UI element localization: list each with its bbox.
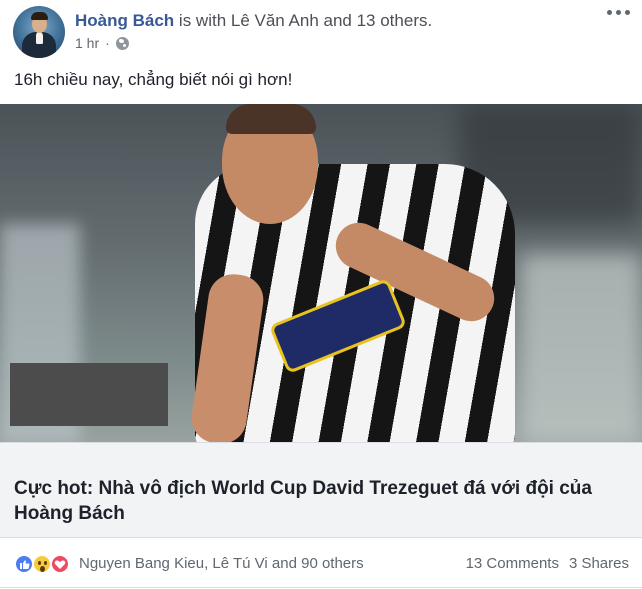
post-footer: Nguyen Bang Kieu, Lê Tú Vi and 90 others… — [0, 538, 642, 589]
avatar-hair — [31, 12, 48, 20]
feed-post: Hoàng Bách is with Lê Văn Anh and 13 oth… — [0, 0, 642, 589]
wow-eye — [44, 561, 47, 565]
player-hair — [226, 104, 316, 134]
love-icon — [50, 554, 70, 574]
comments-count-link[interactable]: 13 Comments — [466, 555, 559, 572]
with-text: is with — [174, 11, 231, 30]
redacted-box — [10, 363, 168, 426]
photo-background — [520, 254, 642, 442]
post-photo[interactable] — [0, 104, 642, 442]
reaction-icons[interactable] — [14, 554, 70, 574]
thumbs-up-glyph — [20, 560, 30, 569]
post-header: Hoàng Bách is with Lê Văn Anh and 13 oth… — [75, 10, 432, 32]
avatar-shirt — [36, 32, 43, 44]
post-timestamp[interactable]: 1 hr — [75, 35, 99, 51]
shares-count-link[interactable]: 3 Shares — [569, 555, 629, 572]
more-dot-icon — [616, 10, 621, 15]
author-name-link[interactable]: Hoàng Bách — [75, 11, 174, 30]
globe-icon[interactable] — [115, 36, 129, 50]
post-meta: 1 hr · — [75, 35, 129, 51]
heart-glyph — [54, 560, 66, 569]
like-icon — [14, 554, 34, 574]
dot-separator: · — [105, 35, 110, 51]
wow-eye — [38, 561, 41, 565]
more-options-button[interactable] — [607, 10, 630, 15]
more-dot-icon — [607, 10, 612, 15]
tagged-friends-link[interactable]: Lê Văn Anh and 13 others. — [231, 11, 432, 30]
reactors-link[interactable]: Nguyen Bang Kieu, Lê Tú Vi and 90 others — [79, 555, 364, 572]
post-status-text: 16h chiều nay, chẳng biết nói gì hơn! — [14, 70, 293, 89]
link-preview-card[interactable]: Cực hot: Nhà vô địch World Cup David Tre… — [0, 442, 642, 538]
link-title[interactable]: Cực hot: Nhà vô địch World Cup David Tre… — [14, 476, 634, 526]
author-avatar[interactable] — [13, 6, 65, 58]
wow-mouth — [40, 566, 45, 572]
engagement-counts: 13 Comments 3 Shares — [466, 555, 629, 572]
divider — [0, 587, 642, 588]
more-dot-icon — [625, 10, 630, 15]
wow-icon — [32, 554, 52, 574]
